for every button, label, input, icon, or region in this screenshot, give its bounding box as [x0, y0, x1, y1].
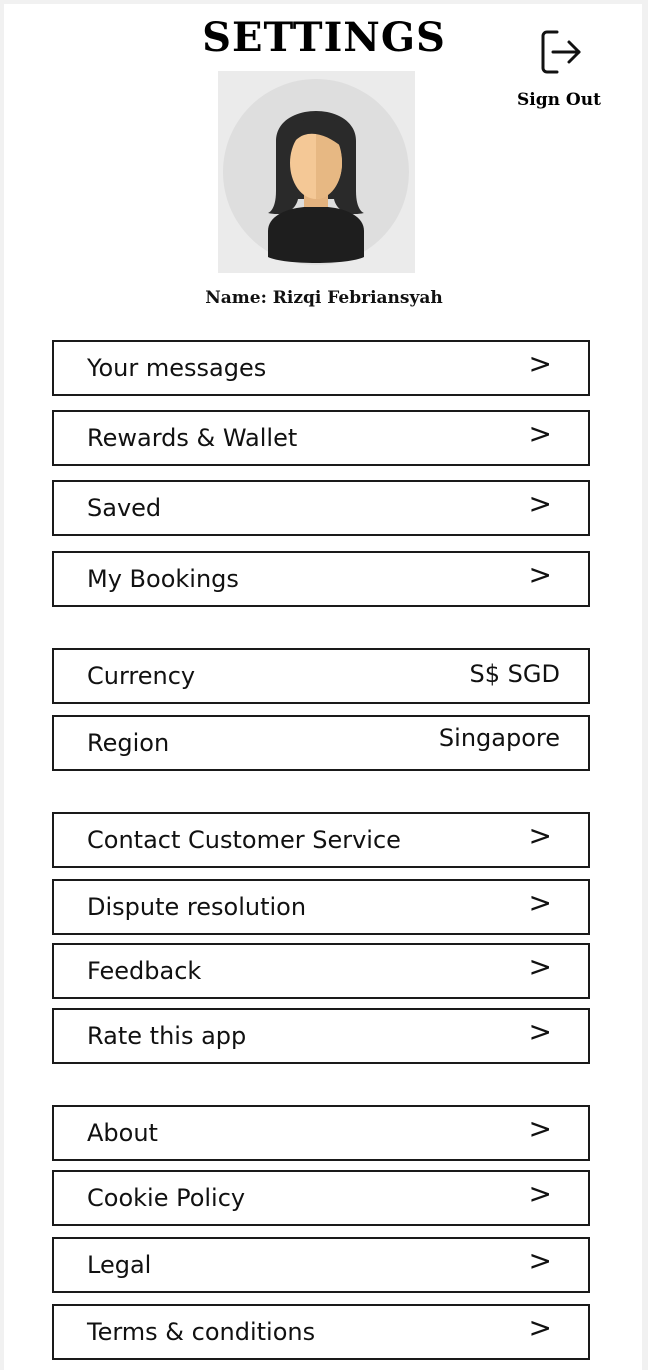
currency-value: S$ SGD: [469, 660, 560, 688]
menu-item-cookie-policy[interactable]: Cookie Policy >: [52, 1170, 590, 1226]
sign-out-button[interactable]: Sign Out: [504, 28, 614, 110]
setting-region[interactable]: Region Singapore: [52, 715, 590, 771]
chevron-right-icon: >: [528, 558, 552, 591]
menu-item-label: Saved: [87, 494, 162, 522]
profile-avatar: [218, 71, 415, 273]
menu-item-label: Feedback: [87, 957, 202, 985]
sign-out-label: Sign Out: [517, 90, 601, 110]
chevron-right-icon: >: [528, 819, 552, 852]
menu-item-saved[interactable]: Saved >: [52, 480, 590, 536]
chevron-right-icon: >: [528, 347, 552, 380]
chevron-right-icon: >: [528, 1015, 552, 1048]
menu-item-label: Rewards & Wallet: [87, 424, 298, 452]
profile-name: Name: Rizqi Febriansyah: [205, 288, 443, 308]
menu-item-label: Contact Customer Service: [87, 826, 401, 854]
menu-item-contact-customer-service[interactable]: Contact Customer Service >: [52, 812, 590, 868]
chevron-right-icon: >: [528, 950, 552, 983]
sign-out-icon: [541, 30, 581, 74]
menu-item-about[interactable]: About >: [52, 1105, 590, 1161]
chevron-right-icon: >: [528, 1244, 552, 1277]
chevron-right-icon: >: [528, 1311, 552, 1344]
menu-item-rewards-wallet[interactable]: Rewards & Wallet >: [52, 410, 590, 466]
chevron-right-icon: >: [528, 487, 552, 520]
menu-item-terms-conditions[interactable]: Terms & conditions >: [52, 1304, 590, 1360]
region-value: Singapore: [438, 724, 560, 752]
setting-label: Region: [87, 729, 170, 757]
setting-label: Currency: [87, 662, 196, 690]
menu-item-label: About: [87, 1119, 158, 1147]
setting-currency[interactable]: Currency S$ SGD: [52, 648, 590, 704]
user-avatar-icon: [223, 79, 409, 265]
menu-item-label: Cookie Policy: [87, 1184, 246, 1212]
menu-item-label: Legal: [87, 1251, 152, 1279]
menu-item-feedback[interactable]: Feedback >: [52, 943, 590, 999]
menu-item-my-bookings[interactable]: My Bookings >: [52, 551, 590, 607]
menu-item-label: Your messages: [87, 354, 267, 382]
menu-item-label: Rate this app: [87, 1022, 247, 1050]
menu-item-label: Dispute resolution: [87, 893, 307, 921]
chevron-right-icon: >: [528, 417, 552, 450]
menu-item-dispute-resolution[interactable]: Dispute resolution >: [52, 879, 590, 935]
chevron-right-icon: >: [528, 886, 552, 919]
menu-item-rate-this-app[interactable]: Rate this app >: [52, 1008, 590, 1064]
chevron-right-icon: >: [528, 1177, 552, 1210]
menu-item-label: Terms & conditions: [87, 1318, 316, 1346]
menu-item-legal[interactable]: Legal >: [52, 1237, 590, 1293]
menu-item-your-messages[interactable]: Your messages >: [52, 340, 590, 396]
settings-screen: SETTINGS Sign Out Name: Rizqi Febriansya…: [4, 4, 642, 1370]
menu-item-label: My Bookings: [87, 565, 239, 593]
chevron-right-icon: >: [528, 1112, 552, 1145]
